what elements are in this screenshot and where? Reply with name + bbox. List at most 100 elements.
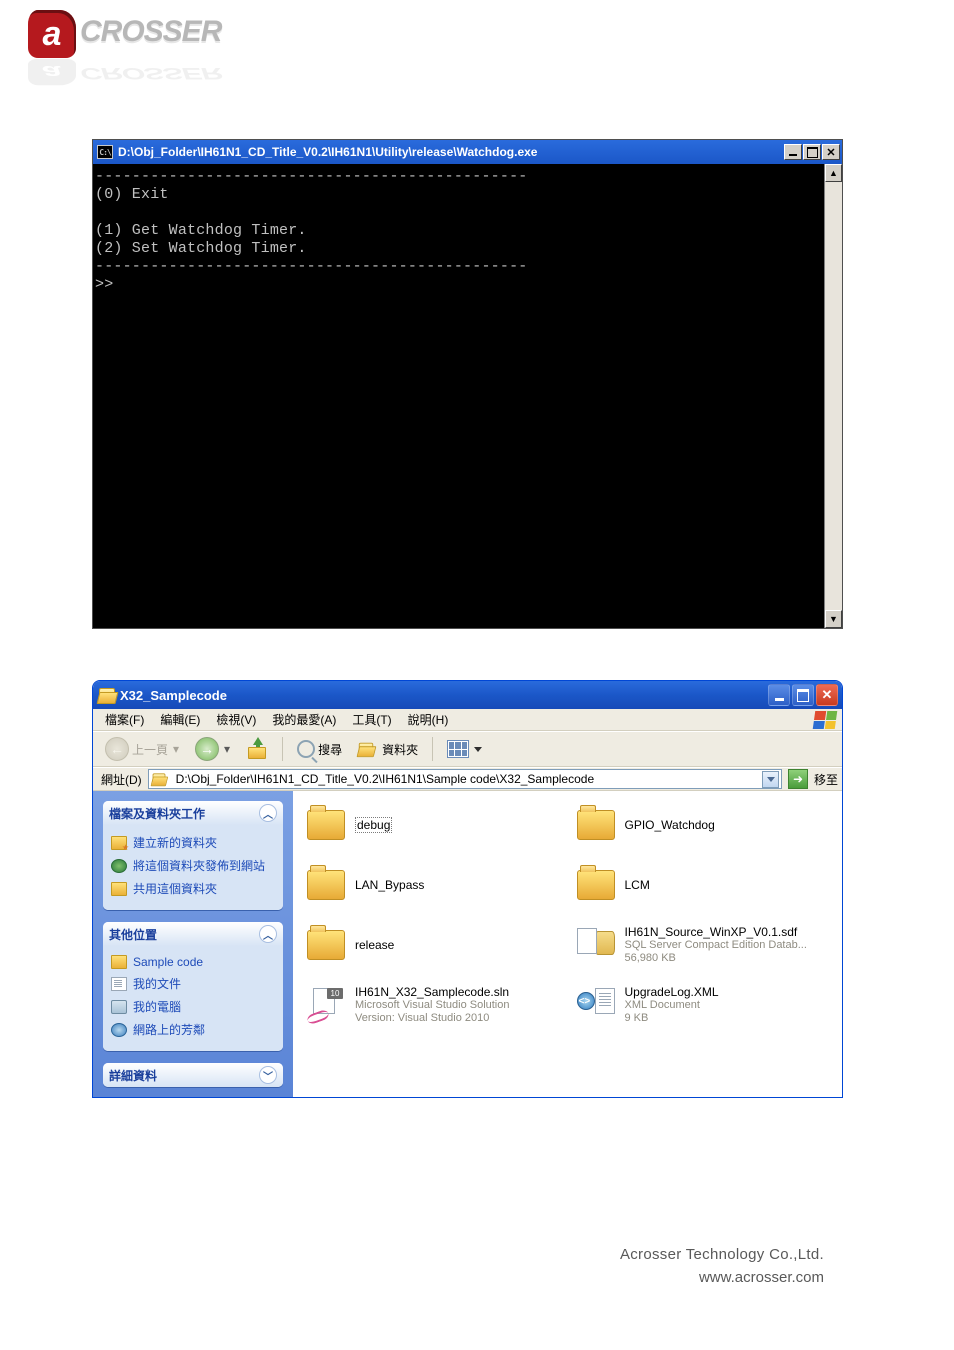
company-name: Acrosser Technology Co.,Ltd. (620, 1246, 824, 1263)
explorer-title-text: X32_Samplecode (120, 688, 227, 703)
folder-item-lanbypass[interactable]: LAN_Bypass (307, 865, 567, 905)
panel-title: 其他位置 (109, 926, 157, 943)
scroll-down-button[interactable]: ▼ (825, 610, 842, 628)
logo-mark: a (28, 10, 76, 58)
menu-bar: 檔案(F) 編輯(E) 檢視(V) 我的最愛(A) 工具(T) 說明(H) (93, 709, 842, 731)
folder-up-icon (246, 739, 268, 759)
file-name: GPIO_Watchdog (625, 818, 715, 832)
folder-item-debug[interactable]: debug (307, 805, 567, 845)
address-dropdown-button[interactable] (762, 771, 779, 788)
file-item-sdf[interactable]: IH61N_Source_WinXP_V0.1.sdf SQL Server C… (577, 925, 837, 965)
forward-button[interactable]: → ▾ (189, 735, 236, 763)
place-my-computer[interactable]: 我的電腦 (111, 995, 275, 1018)
task-new-folder[interactable]: 建立新的資料夾 (111, 831, 275, 854)
place-my-documents[interactable]: 我的文件 (111, 972, 275, 995)
console-window: C:\ D:\Obj_Folder\IH61N1_CD_Title_V0.2\I… (92, 139, 843, 629)
share-folder-icon (111, 882, 127, 896)
menu-favorites[interactable]: 我的最愛(A) (266, 709, 342, 730)
chevron-down-icon[interactable]: ﹀ (259, 1066, 277, 1084)
folders-label: 資料夾 (382, 741, 418, 758)
folder-icon (111, 955, 127, 969)
search-button[interactable]: 搜尋 (291, 735, 348, 763)
file-item-sln[interactable]: 10 IH61N_X32_Samplecode.sln Microsoft Vi… (307, 985, 567, 1025)
task-share[interactable]: 共用這個資料夾 (111, 877, 275, 900)
files-area[interactable]: debug GPIO_Watchdog LAN_Bypass LCM relea… (293, 791, 842, 1097)
arrow-left-icon: ← (105, 737, 129, 761)
address-label: 網址(D) (101, 771, 142, 788)
maximize-button[interactable] (803, 144, 821, 160)
up-button[interactable] (240, 735, 274, 763)
folders-button[interactable]: 資料夾 (352, 735, 424, 763)
menu-edit[interactable]: 編輯(E) (154, 709, 206, 730)
back-label: 上一頁 (132, 741, 168, 758)
file-size: 9 KB (625, 1012, 719, 1025)
place-network[interactable]: 網路上的芳鄰 (111, 1018, 275, 1041)
network-icon (111, 1023, 127, 1037)
file-size: 56,980 KB (625, 952, 807, 965)
document-icon (111, 977, 127, 991)
views-icon (447, 740, 469, 758)
chevron-up-icon[interactable]: ︿ (259, 925, 277, 943)
arrow-right-icon: → (195, 737, 219, 761)
task-publish-web[interactable]: 將這個資料夾發佈到網站 (111, 854, 275, 877)
panel-header[interactable]: 檔案及資料夾工作 ︿ (103, 801, 283, 825)
scroll-up-button[interactable]: ▲ (825, 164, 842, 182)
views-button[interactable] (441, 735, 488, 763)
back-button[interactable]: ← 上一頁 ▾ (99, 735, 185, 763)
folder-open-icon (152, 773, 165, 784)
file-name: IH61N_X32_Samplecode.sln (355, 985, 510, 999)
close-button[interactable]: ✕ (816, 684, 838, 706)
go-button[interactable]: ➜ (788, 769, 808, 789)
chevron-down-icon (474, 747, 482, 752)
new-folder-icon (111, 836, 127, 850)
file-name: LAN_Bypass (355, 878, 424, 892)
console-titlebar[interactable]: C:\ D:\Obj_Folder\IH61N1_CD_Title_V0.2\I… (93, 140, 842, 164)
folder-icon (307, 930, 345, 960)
logo-text: CROSSER (80, 15, 221, 49)
file-name: LCM (625, 878, 650, 892)
address-bar: 網址(D) D:\Obj_Folder\IH61N1_CD_Title_V0.2… (93, 767, 842, 791)
place-parent-folder[interactable]: Sample code (111, 952, 275, 972)
file-item-xml[interactable]: <> UpgradeLog.XML XML Document 9 KB (577, 985, 837, 1025)
file-type: Microsoft Visual Studio Solution (355, 999, 510, 1012)
address-path: D:\Obj_Folder\IH61N1_CD_Title_V0.2\IH61N… (176, 772, 594, 786)
address-field[interactable]: D:\Obj_Folder\IH61N1_CD_Title_V0.2\IH61N… (148, 769, 782, 789)
windows-logo-icon (813, 711, 838, 729)
xml-file-icon: <> (577, 988, 615, 1022)
minimize-button[interactable] (784, 144, 802, 160)
scroll-track[interactable] (825, 182, 842, 610)
menu-tools[interactable]: 工具(T) (346, 709, 397, 730)
folder-item-gpio[interactable]: GPIO_Watchdog (577, 805, 837, 845)
brand-logo: a CROSSER a CROSSER (28, 10, 288, 60)
folder-item-lcm[interactable]: LCM (577, 865, 837, 905)
database-file-icon (577, 928, 615, 962)
folder-item-release[interactable]: release (307, 925, 567, 965)
panel-file-tasks: 檔案及資料夾工作 ︿ 建立新的資料夾 將這個資料夾發佈到網站 共用這個資料夾 (103, 801, 283, 910)
chevron-up-icon[interactable]: ︿ (259, 804, 277, 822)
panel-other-places: 其他位置 ︿ Sample code 我的文件 我的電腦 網路上的芳鄰 (103, 922, 283, 1051)
panel-header[interactable]: 其他位置 ︿ (103, 922, 283, 946)
folder-icon (307, 810, 345, 840)
panel-header[interactable]: 詳細資料 ﹀ (103, 1063, 283, 1087)
file-type: XML Document (625, 999, 719, 1012)
folder-icon (577, 870, 615, 900)
console-output: ----------------------------------------… (93, 164, 824, 628)
file-type: SQL Server Compact Edition Datab... (625, 939, 807, 952)
globe-icon (111, 859, 127, 873)
tasks-sidebar: 檔案及資料夾工作 ︿ 建立新的資料夾 將這個資料夾發佈到網站 共用這個資料夾 其… (93, 791, 293, 1097)
file-name: IH61N_Source_WinXP_V0.1.sdf (625, 925, 807, 939)
toolbar: ← 上一頁 ▾ → ▾ 搜尋 資料夾 (93, 731, 842, 767)
menu-file[interactable]: 檔案(F) (99, 709, 150, 730)
file-name: debug (355, 817, 392, 833)
folder-open-icon (99, 688, 115, 702)
file-name: release (355, 938, 394, 952)
close-button[interactable]: ✕ (822, 144, 840, 160)
minimize-button[interactable] (768, 684, 790, 706)
file-version: Version: Visual Studio 2010 (355, 1012, 510, 1025)
vertical-scrollbar[interactable]: ▲ ▼ (824, 164, 842, 628)
maximize-button[interactable] (792, 684, 814, 706)
menu-view[interactable]: 檢視(V) (210, 709, 262, 730)
explorer-titlebar[interactable]: X32_Samplecode ✕ (93, 681, 842, 709)
menu-help[interactable]: 說明(H) (402, 709, 455, 730)
chevron-down-icon (767, 777, 775, 782)
